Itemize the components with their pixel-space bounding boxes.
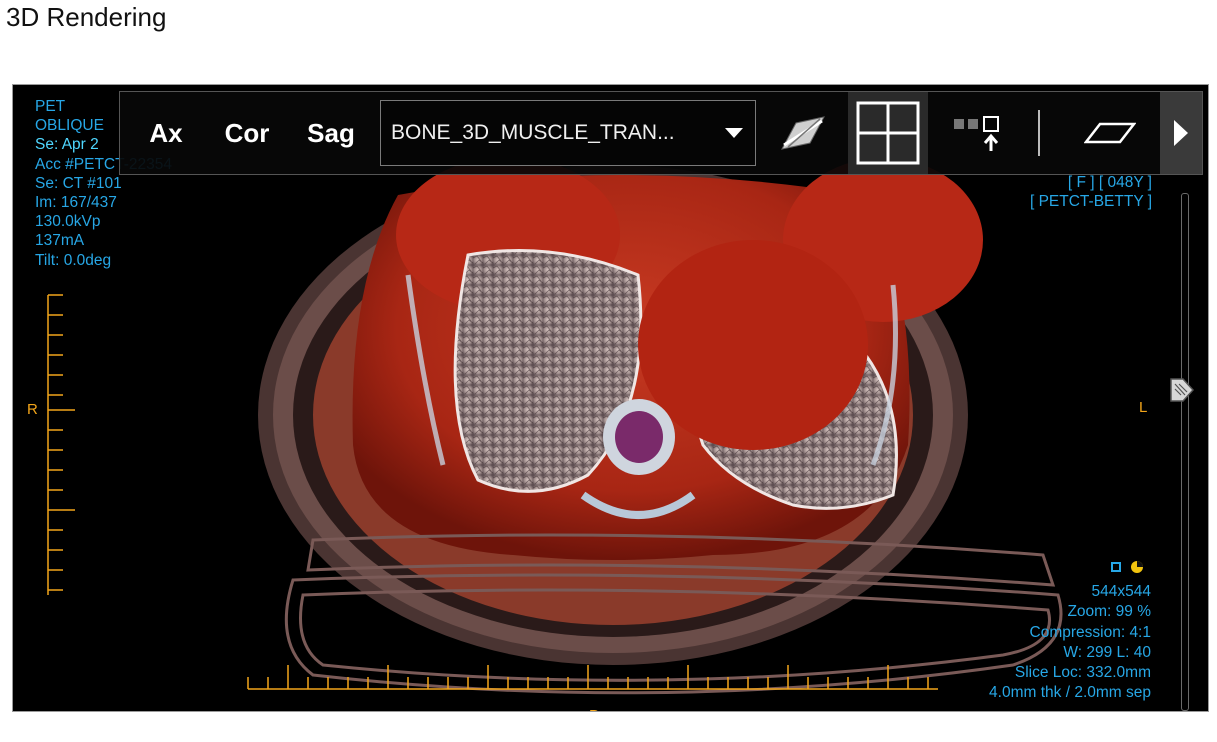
overlay-left-line: 130.0kVp xyxy=(35,213,101,231)
square-indicator-icon xyxy=(1111,562,1121,572)
parallelogram-icon xyxy=(1084,122,1136,144)
render-preset-value: BONE_3D_MUSCLE_TRAN... xyxy=(391,121,675,144)
stack-layout-button[interactable] xyxy=(938,92,1022,174)
patient-id-overlay: [ F ] [ 048Y ] [ PETCT-BETTY ] xyxy=(1030,173,1152,211)
toolbar-separator xyxy=(1038,110,1040,156)
coronal-view-button[interactable]: Cor xyxy=(212,92,282,174)
axial-view-button[interactable]: Ax xyxy=(136,92,196,174)
layout-grid-icon xyxy=(856,101,920,165)
overlay-br-line: Zoom: 99 % xyxy=(1067,603,1151,621)
slice-scroll-handle-icon[interactable] xyxy=(1169,375,1195,405)
pie-indicator-icon xyxy=(1131,561,1143,573)
dropdown-caret-icon xyxy=(725,128,743,138)
render-preset-dropdown[interactable]: BONE_3D_MUSCLE_TRAN... xyxy=(380,100,756,166)
image-params-overlay: 544x544 Zoom: 99 % Compression: 4:1 W: 2… xyxy=(989,582,1151,704)
image-viewport[interactable]: PET OBLIQUE Se: Apr 2 Acc #PETCT-22354 S… xyxy=(12,84,1209,712)
shape-tool-button[interactable] xyxy=(1070,92,1150,174)
overlay-br-line: Slice Loc: 332.0mm xyxy=(1014,664,1151,682)
viewer-toolbar: Ax Cor Sag BONE_3D_MUSCLE_TRAN... xyxy=(119,91,1203,175)
orientation-right-label: R xyxy=(27,401,38,418)
overlay-br-line: 4.0mm thk / 2.0mm sep xyxy=(989,684,1151,702)
overlay-left-line: Tilt: 0.0deg xyxy=(35,251,112,269)
bottom-ruler xyxy=(247,665,938,690)
overlay-right-line: [ F ] [ 048Y ] xyxy=(1067,174,1152,191)
overlay-left-line: 137mA xyxy=(35,232,85,250)
oblique-plane-button[interactable] xyxy=(768,92,838,174)
orientation-left-label: L xyxy=(1139,399,1148,416)
overlay-left-line: Im: 167/437 xyxy=(35,194,117,212)
slice-scrollbar[interactable] xyxy=(1181,193,1189,711)
oblique-plane-icon xyxy=(781,116,825,150)
overlay-right-line: [ PETCT-BETTY ] xyxy=(1029,193,1152,211)
orientation-posterior-label: P xyxy=(589,707,599,711)
overlay-br-line: W: 299 L: 40 xyxy=(1063,643,1151,661)
page-title: 3D Rendering xyxy=(6,2,167,32)
layout-grid-button[interactable] xyxy=(848,92,928,174)
overlay-br-line: 544x544 xyxy=(1091,583,1151,600)
sagittal-view-button[interactable]: Sag xyxy=(296,92,366,174)
overlay-br-line: Compression: 4:1 xyxy=(1029,623,1151,641)
stack-layout-icon xyxy=(954,116,999,151)
overlay-left-line: Se: CT #101 xyxy=(35,174,122,192)
toolbar-next-button[interactable] xyxy=(1160,92,1202,174)
chevron-right-icon xyxy=(1174,120,1188,146)
